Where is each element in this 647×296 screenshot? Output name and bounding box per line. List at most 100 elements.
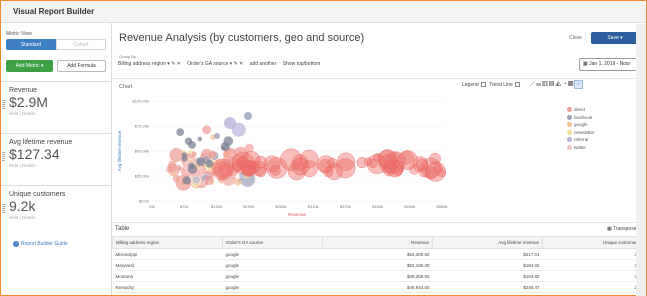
metric-links[interactable]: Hide | Details (9, 163, 36, 168)
scatter-chart-icon[interactable]: ⁘ (574, 80, 584, 89)
drag-handle-icon[interactable] (2, 204, 5, 214)
metric-links[interactable]: Hide | Details (9, 111, 36, 116)
cell-avg-revenue: $184.02 (432, 259, 543, 271)
metric-card-revenue[interactable]: Revenue $2.9M Hide | Details (1, 81, 112, 133)
data-point (187, 164, 198, 174)
metric-name: Unique customers (9, 191, 66, 198)
show-top-bottom-link[interactable]: Show top/bottom (283, 61, 321, 67)
x-tick-label: $250k (275, 204, 286, 209)
data-point (291, 157, 310, 176)
add-formula-button[interactable]: Add Formula (57, 60, 106, 72)
metric-name: Avg lifetime revenue (9, 139, 73, 146)
guide-label: Report Builder Guide (21, 241, 68, 247)
legend-swatch (567, 114, 572, 120)
transpose-button[interactable]: ▦ Transpose (607, 226, 636, 232)
save-button[interactable]: Save ▾ (591, 32, 639, 44)
table-row[interactable]: Marylandgoogle$52,195.30$184.0230 (112, 259, 643, 271)
data-point (202, 125, 212, 135)
legend-checkbox[interactable] (480, 82, 486, 88)
close-button[interactable]: Close (569, 35, 582, 41)
data-point (196, 157, 206, 167)
data-point (316, 155, 335, 174)
cell-region: Maryland (112, 259, 223, 271)
col-header[interactable]: Unique customers (542, 236, 643, 249)
data-point (182, 176, 191, 185)
legend-label: direct (574, 107, 586, 112)
metric-card-avg-lifetime-revenue[interactable]: Avg lifetime revenue $127.34 Hide | Deta… (1, 133, 112, 185)
x-tick-label: $550k (437, 204, 448, 209)
legend-swatch (567, 137, 572, 143)
metric-card-unique-customers[interactable]: Unique customers 9.2k Hide | Details (1, 185, 112, 237)
legend-item[interactable]: facebook (567, 115, 595, 121)
legend-swatch (567, 122, 572, 128)
scrollbar[interactable] (636, 24, 646, 296)
data-point (234, 178, 242, 186)
data-point (181, 152, 188, 158)
trend-line-checkbox[interactable] (514, 82, 520, 88)
legend-item[interactable]: google (567, 122, 595, 128)
help-icon: ? (13, 241, 19, 247)
legend-item[interactable]: newsletter (567, 130, 595, 136)
legend-label: referral (574, 137, 589, 142)
metric-view-label: Metric View (6, 31, 32, 37)
cell-source: google (222, 270, 323, 282)
data-point (224, 117, 236, 129)
legend-item[interactable]: direct (567, 107, 595, 113)
data-point (166, 162, 178, 174)
cell-avg-revenue: $217.01 (432, 248, 543, 260)
legend-item[interactable]: referral (567, 137, 595, 143)
cohort-toggle[interactable]: Cohort (56, 39, 106, 50)
chip-ga-source[interactable]: Order's GA source ▾ ✎ ✕ (187, 61, 243, 67)
x-axis-label: Revenue (288, 212, 307, 217)
standard-toggle[interactable]: Standard (6, 39, 56, 50)
data-point (176, 128, 185, 136)
y-tick-label: $25.00k (135, 174, 149, 179)
metric-value: $2.9M (9, 94, 48, 110)
data-point (221, 146, 226, 151)
legend-label: facebook (574, 114, 593, 120)
y-tick-label: $0.00 (139, 199, 150, 204)
column-chart-icon[interactable]: ▥ (542, 81, 549, 88)
data-point (212, 158, 234, 181)
y-tick-label: $100.00k (133, 99, 149, 104)
drag-handle-icon[interactable] (2, 152, 5, 162)
cell-source: google (222, 259, 323, 271)
data-point (356, 156, 368, 169)
main-panel: Revenue Analysis (by customers, geo and … (112, 23, 646, 295)
cell-region: Mississippi (112, 248, 223, 260)
table-row[interactable]: Montanagoogle$49,358.50$184.8230 (112, 270, 643, 282)
col-header[interactable]: Billing address region (112, 236, 223, 249)
metric-links[interactable]: Hide | Details (9, 215, 36, 220)
col-header[interactable]: Avg lifetime revenue (432, 236, 543, 249)
cell-source: google (222, 281, 323, 293)
data-point (270, 165, 281, 176)
data-point (192, 175, 201, 184)
col-header[interactable]: Revenue (322, 236, 433, 249)
area-chart-icon[interactable]: ◭ (555, 81, 562, 88)
cell-revenue: $52,195.30 (322, 259, 433, 271)
date-range-picker[interactable]: ▦ Jan 1, 2019 - Now (579, 58, 641, 71)
x-tick-label: 10k (149, 204, 155, 209)
data-point (255, 166, 267, 178)
add-metric-button[interactable]: Add Metric ▾ (6, 60, 53, 72)
cell-region: Montana (112, 270, 223, 282)
data-point (409, 164, 420, 175)
cell-region: Kentucky (112, 281, 223, 293)
drag-handle-icon[interactable] (2, 100, 5, 110)
table-row[interactable]: Mississippigoogle$53,300.50$217.0130 (112, 248, 643, 260)
add-another-link[interactable]: add another (250, 61, 277, 67)
report-builder-guide-link[interactable]: ? Report Builder Guide (13, 241, 68, 247)
page-title[interactable]: Revenue Analysis (by customers, geo and … (119, 32, 364, 44)
chip-billing-region[interactable]: Billing address region ▾ ✎ ✕ (118, 61, 181, 67)
legend-item[interactable]: twitter (567, 145, 595, 151)
data-point (232, 161, 243, 172)
cell-customers: 30 (542, 270, 643, 282)
cell-avg-revenue: $184.82 (432, 270, 543, 282)
x-tick-label: $130k (211, 204, 222, 209)
cell-revenue: $53,300.50 (322, 248, 433, 260)
data-point (214, 133, 220, 139)
col-header[interactable]: Order's GA source (222, 236, 323, 249)
table-row[interactable]: Kentuckygoogle$48,944.50$240.4720 (112, 281, 643, 293)
chart-section-label: Chart (119, 84, 133, 90)
table-section-label: Table (115, 226, 130, 232)
